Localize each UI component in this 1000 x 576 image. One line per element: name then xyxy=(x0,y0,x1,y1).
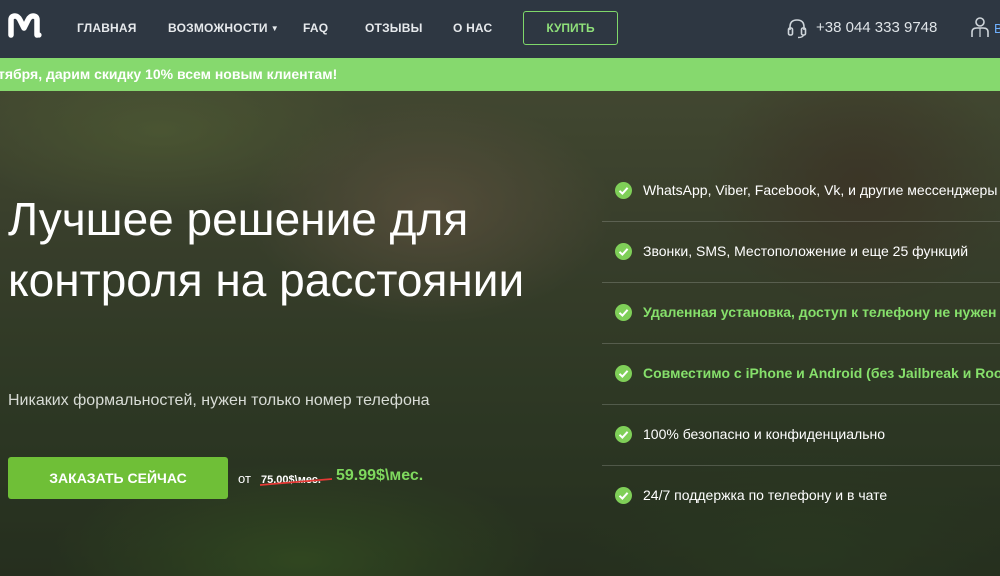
check-circle-icon xyxy=(615,365,632,382)
feature-text: Звонки, SMS, Местоположение и еще 25 фун… xyxy=(643,243,969,259)
feature-item: Удаленная установка, доступ к телефону н… xyxy=(602,283,1000,344)
nav-item-reviews[interactable]: ОТЗЫВЫ xyxy=(365,21,423,35)
feature-text: 24/7 поддержка по телефону и в чате xyxy=(643,487,888,503)
promo-text: тября, дарим скидку 10% всем новым клиен… xyxy=(0,66,338,82)
hero-subline: Никаких формальностей, нужен только номе… xyxy=(8,392,430,409)
buy-button[interactable]: КУПИТЬ xyxy=(523,11,618,45)
headset-icon xyxy=(787,19,807,39)
feature-item: WhatsApp, Viber, Facebook, Vk, и другие … xyxy=(602,161,1000,222)
phone-number[interactable]: +38 044 333 9748 xyxy=(816,19,937,36)
price-from-label: от xyxy=(238,471,251,486)
feature-text-highlight: Удаленная установка, доступ к телефону н… xyxy=(643,304,997,320)
new-price: 59.99$\мес. xyxy=(336,467,424,484)
nav-item-about[interactable]: О НАС xyxy=(453,21,492,35)
nav-item-features[interactable]: ВОЗМОЖНОСТИ ▼ xyxy=(168,21,279,35)
check-circle-icon xyxy=(615,243,632,260)
brand-logo[interactable] xyxy=(8,11,42,41)
account-icon[interactable] xyxy=(970,16,990,38)
feature-item: 24/7 поддержка по телефону и в чате xyxy=(602,466,1000,527)
caret-down-icon: ▼ xyxy=(270,24,279,33)
hero-section: Лучшее решение для контроля на расстояни… xyxy=(0,91,1000,576)
feature-item: Совместимо с iPhone и Android (без Jailb… xyxy=(602,344,1000,405)
promo-banner: тября, дарим скидку 10% всем новым клиен… xyxy=(0,58,1000,91)
feature-text: 100% безопасно и конфиденциально xyxy=(643,426,885,442)
hero-headline: Лучшее решение для контроля на расстояни… xyxy=(8,193,525,306)
account-link[interactable]: В xyxy=(994,21,1000,36)
feature-item: Звонки, SMS, Местоположение и еще 25 фун… xyxy=(602,222,1000,283)
feature-item: 100% безопасно и конфиденциально xyxy=(602,405,1000,466)
strikethrough-mark xyxy=(259,478,333,486)
check-circle-icon xyxy=(615,182,632,199)
nav-item-features-label: ВОЗМОЖНОСТИ xyxy=(168,21,268,35)
nav-item-faq[interactable]: FAQ xyxy=(303,21,328,35)
feature-text: WhatsApp, Viber, Facebook, Vk, и другие … xyxy=(643,182,998,198)
check-circle-icon xyxy=(615,304,632,321)
nav-item-home[interactable]: ГЛАВНАЯ xyxy=(77,21,137,35)
feature-text-highlight: Совместимо с iPhone и Android (без Jailb… xyxy=(643,365,1000,381)
site-header: ГЛАВНАЯ ВОЗМОЖНОСТИ ▼ FAQ ОТЗЫВЫ О НАС КУ… xyxy=(0,0,1000,58)
order-now-button[interactable]: ЗАКАЗАТЬ СЕЙЧАС xyxy=(8,457,228,499)
features-list: WhatsApp, Viber, Facebook, Vk, и другие … xyxy=(602,161,1000,527)
check-circle-icon xyxy=(615,426,632,443)
check-circle-icon xyxy=(615,487,632,504)
